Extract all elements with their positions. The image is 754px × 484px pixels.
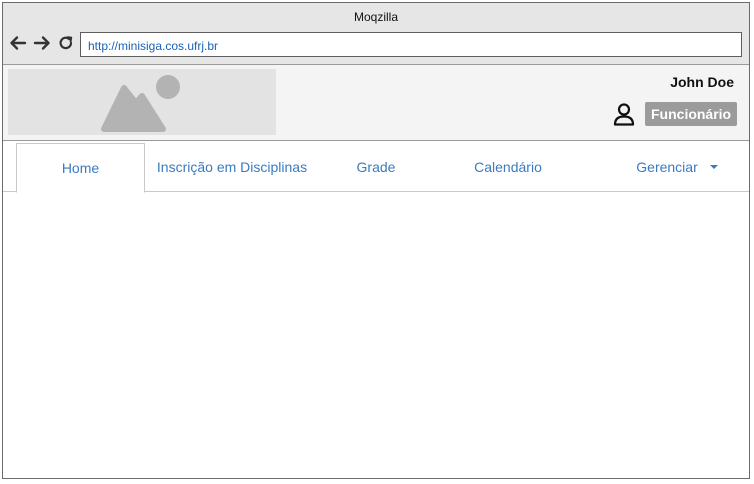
browser-chrome: Moqzilla http://minisiga.cos.ufrj.br	[3, 3, 749, 65]
user-name: John Doe	[670, 74, 734, 90]
user-icon[interactable]	[611, 101, 637, 127]
image-placeholder-icon	[8, 69, 276, 135]
role-badge: Funcionário	[645, 102, 738, 126]
tab-home[interactable]: Home	[16, 143, 145, 193]
forward-arrow-icon[interactable]	[33, 34, 51, 52]
address-bar[interactable]: http://minisiga.cos.ufrj.br	[80, 32, 742, 57]
tab-label: Inscrição em Disciplinas	[156, 158, 308, 175]
app-header: John Doe Funcionário	[3, 65, 749, 141]
window-title: Moqzilla	[353, 10, 398, 24]
tab-inscricao-disciplinas[interactable]: Inscrição em Disciplinas	[152, 141, 312, 192]
caret-down-icon	[709, 164, 718, 169]
main-nav-tabs: Home Inscrição em Disciplinas Grade Cale…	[3, 141, 749, 193]
tab-calendario[interactable]: Calendário	[461, 141, 555, 192]
tab-gerenciar-dropdown[interactable]: Gerenciar	[627, 141, 727, 192]
browser-window: Moqzilla http://minisiga.cos.ufrj.br Joh…	[2, 2, 750, 479]
tab-label: Home	[61, 160, 100, 176]
reload-icon[interactable]	[57, 34, 75, 52]
tab-label: Calendário	[474, 158, 542, 175]
tab-grade[interactable]: Grade	[343, 141, 409, 192]
back-arrow-icon[interactable]	[9, 34, 27, 52]
tab-label: Gerenciar	[636, 158, 698, 175]
tab-label: Grade	[356, 158, 396, 175]
